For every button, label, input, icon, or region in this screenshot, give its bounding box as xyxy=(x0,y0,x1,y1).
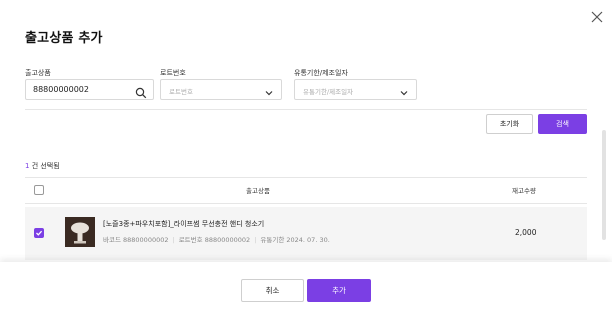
search-icon[interactable] xyxy=(135,84,147,99)
expiry-select-placeholder: 유통기한/제조일자 xyxy=(303,88,354,96)
lot-select[interactable]: 로트번호 xyxy=(160,79,282,100)
add-button[interactable]: 추가 xyxy=(307,279,371,302)
row-checkbox[interactable] xyxy=(34,228,44,238)
chevron-down-icon xyxy=(398,84,410,96)
product-lot: 로트번호 88800000002 xyxy=(178,236,251,244)
expiry-select[interactable]: 유통기한/제조일자 xyxy=(294,79,417,100)
product-stock: 2,000 xyxy=(515,228,537,237)
filter-divider xyxy=(25,109,587,110)
select-all-checkbox[interactable] xyxy=(34,185,44,195)
product-expiry: 유통기한 2024. 07. 30. xyxy=(260,236,330,244)
product-name: [노즐3종+파우치포함]_라이프썸 무선충전 핸디 청소기 xyxy=(103,220,265,228)
selection-count: 1 건 선택됨 xyxy=(25,161,60,171)
product-field-label: 출고상품 xyxy=(25,69,51,77)
expiry-field-label: 유통기한/제조일자 xyxy=(294,69,348,77)
cancel-button[interactable]: 취소 xyxy=(241,279,304,302)
table-header-bottom-border xyxy=(25,203,587,204)
product-search-value: 88800000002 xyxy=(33,85,89,94)
dialog-title: 출고상품 추가 xyxy=(25,31,103,46)
scrollbar[interactable] xyxy=(602,130,606,240)
dialog-footer xyxy=(0,262,612,316)
table-header-top-border xyxy=(25,177,587,178)
table-header-stock: 재고수량 xyxy=(512,187,536,195)
search-button[interactable]: 검색 xyxy=(538,114,587,134)
lot-select-placeholder: 로트번호 xyxy=(169,88,193,96)
product-barcode: 바코드 88800000002 xyxy=(103,236,169,244)
check-icon xyxy=(36,230,43,236)
product-thumbnail xyxy=(65,217,95,247)
chevron-down-icon xyxy=(263,84,275,96)
lot-field-label: 로트번호 xyxy=(160,69,186,77)
product-search-input[interactable]: 88800000002 xyxy=(25,79,154,100)
close-icon[interactable] xyxy=(588,8,606,26)
selection-count-number: 1 xyxy=(25,162,30,170)
table-header-product: 출고상품 xyxy=(246,187,270,195)
selection-count-suffix: 건 선택됨 xyxy=(31,162,60,170)
product-meta: 바코드 88800000002 | 로트번호 88800000002 | 유통기한 20… xyxy=(103,236,330,244)
reset-button[interactable]: 초기화 xyxy=(486,114,533,134)
